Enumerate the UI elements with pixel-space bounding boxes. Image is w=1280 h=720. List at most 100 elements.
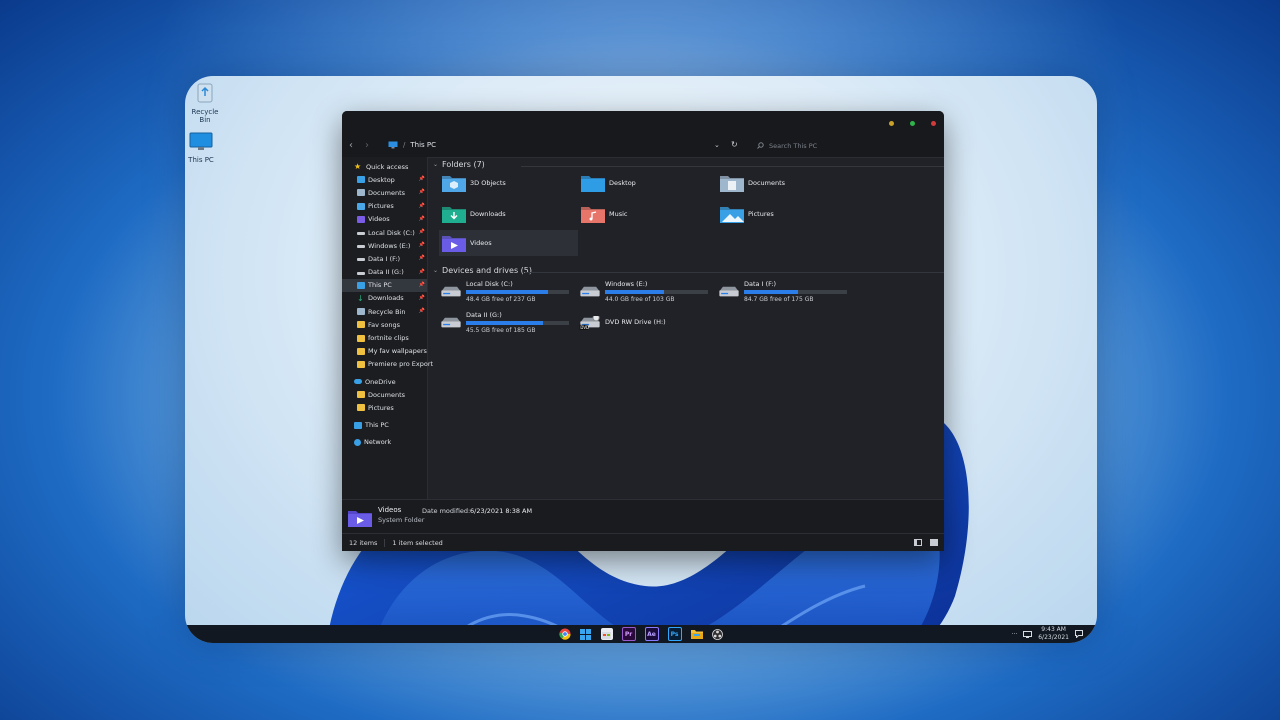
premiere-icon[interactable]: Pr [621, 627, 636, 641]
sidebar-item-documents[interactable]: Documents [342, 388, 427, 401]
folder-icon [357, 347, 365, 355]
drive-free-space: 84.7 GB free of 175 GB [744, 296, 814, 303]
folder-item-3d-objects[interactable]: 3D Objects [439, 170, 578, 196]
drive-free-space: 48.4 GB free of 237 GB [466, 296, 536, 303]
sidebar-item-data-ii-g[interactable]: Data II (G:) 📌 [342, 266, 427, 279]
documents-folder-icon [720, 176, 744, 192]
folder-icon [357, 404, 365, 412]
maximize-button[interactable] [910, 121, 915, 126]
sidebar-item-label: Network [364, 438, 392, 447]
folder-label: Music [609, 210, 628, 218]
sidebar-item-videos[interactable]: Videos 📌 [342, 213, 427, 226]
drives-section-header[interactable]: ⌄ Devices and drives (5) [433, 266, 532, 275]
drive-usage-bar [744, 290, 847, 294]
title-bar[interactable] [342, 111, 944, 135]
breadcrumb[interactable]: / This PC [388, 141, 436, 149]
folder-item-documents[interactable]: Documents [717, 170, 856, 196]
drive-free-space: 44.0 GB free of 103 GB [605, 296, 675, 303]
status-bar: 12 items 1 item selected [342, 533, 944, 551]
sidebar-item-fortnite-clips[interactable]: fortnite clips [342, 331, 427, 344]
drive-label: Data II (G:) [466, 311, 502, 319]
sidebar-item-label: Local Disk (C:) [368, 228, 415, 237]
pin-icon: 📌 [418, 268, 425, 275]
sidebar-item-my-fav-wallpapers[interactable]: My fav wallpapers [342, 345, 427, 358]
refresh-icon[interactable]: ↻ [731, 140, 738, 149]
after-effects-icon[interactable]: Ae [644, 627, 659, 641]
drive-item-dvd-rw-drive-h[interactable]: DVD DVD RW Drive (H:) [578, 310, 718, 338]
sidebar-item-label: My fav wallpapers [368, 347, 427, 356]
cloud-icon [354, 379, 362, 385]
forward-arrow-icon[interactable]: › [365, 140, 369, 151]
desktop-icon-this-pc[interactable]: This PC [185, 132, 221, 164]
minimize-button[interactable] [889, 121, 894, 126]
taskbar: Pr Ae Ps ··· 9:43 AM 6/23/2021 [185, 625, 1097, 643]
sidebar-item-label: Documents [368, 188, 406, 197]
obs-icon[interactable] [712, 628, 724, 640]
drive-item-windows-e[interactable]: Windows (E:) 44.0 GB free of 103 GB [578, 279, 718, 307]
sidebar-item-label: Pictures [368, 202, 394, 211]
music-folder-icon [581, 207, 605, 223]
sidebar-item-pictures[interactable]: Pictures 📌 [342, 200, 427, 213]
breadcrumb-location[interactable]: This PC [410, 141, 436, 149]
section-divider [525, 272, 944, 273]
sidebar-item-quick-access[interactable]: ★ Quick access [342, 160, 427, 173]
sidebar-item-pictures[interactable]: Pictures [342, 401, 427, 414]
sidebar-item-local-disk-c[interactable]: Local Disk (C:) 📌 [342, 226, 427, 239]
start-icon[interactable] [580, 628, 592, 640]
large-icons-view-icon[interactable] [930, 539, 938, 546]
file-explorer-icon[interactable] [690, 628, 703, 640]
folder-icon [357, 334, 365, 342]
close-button[interactable] [931, 121, 936, 126]
drive-item-data-ii-g[interactable]: Data II (G:) 45.5 GB free of 185 GB [439, 310, 579, 338]
sidebar-item-this-pc[interactable]: This PC [342, 419, 427, 432]
drive-icon [357, 232, 365, 236]
sidebar-item-this-pc[interactable]: This PC 📌 [342, 278, 427, 292]
sidebar-item-premiere-pro-export[interactable]: Premiere pro Export [342, 358, 433, 371]
details-type: System Folder [378, 516, 425, 524]
sidebar-item-network[interactable]: Network [342, 436, 427, 449]
search-input[interactable]: Search This PC [757, 139, 937, 152]
folder-item-desktop[interactable]: Desktop [578, 170, 717, 196]
sidebar-item-label: fortnite clips [368, 334, 409, 343]
drive-item-data-i-f[interactable]: Data I (F:) 84.7 GB free of 175 GB [717, 279, 857, 307]
notification-icon[interactable] [1075, 630, 1083, 638]
sidebar-item-downloads[interactable]: ↓ Downloads 📌 [342, 292, 427, 305]
sidebar-item-desktop[interactable]: Desktop 📌 [342, 173, 427, 186]
clock-time: 9:43 AM [1041, 626, 1066, 633]
network-status-icon[interactable] [1023, 630, 1033, 638]
chevron-down-icon[interactable]: ⌄ [714, 141, 720, 149]
pin-icon: 📌 [418, 294, 425, 301]
overflow-icon[interactable]: ··· [1012, 631, 1018, 638]
sidebar-item-label: This PC [365, 421, 389, 430]
desktop-icon-recycle-bin[interactable]: Recycle Bin [185, 80, 225, 124]
back-arrow-icon[interactable]: ‹ [349, 140, 353, 151]
drive-item-local-disk-c[interactable]: Local Disk (C:) 48.4 GB free of 237 GB [439, 279, 579, 307]
sidebar-item-documents[interactable]: Documents 📌 [342, 186, 427, 199]
sidebar-item-windows-e[interactable]: Windows (E:) 📌 [342, 239, 427, 252]
sidebar-item-label: Desktop [368, 175, 395, 184]
pictures-folder-icon [720, 207, 744, 223]
pin-icon: 📌 [418, 176, 425, 183]
sidebar-item-data-i-f[interactable]: Data I (F:) 📌 [342, 252, 427, 265]
folder-icon [357, 360, 365, 368]
details-view-icon[interactable] [914, 539, 922, 546]
drive-icon [357, 245, 365, 249]
photoshop-icon[interactable]: Ps [667, 627, 682, 641]
recycle-bin-icon [357, 308, 365, 316]
folder-label: Desktop [609, 179, 636, 187]
folder-item-music[interactable]: Music [578, 201, 717, 227]
folder-item-videos[interactable]: Videos [439, 230, 578, 256]
clock[interactable]: 9:43 AM 6/23/2021 [1038, 626, 1069, 642]
folders-section-header[interactable]: ⌄ Folders (7) [433, 160, 485, 169]
window-controls [889, 121, 936, 126]
folder-item-downloads[interactable]: Downloads [439, 201, 578, 227]
sidebar-item-label: Videos [368, 215, 390, 224]
sidebar-item-onedrive[interactable]: OneDrive [342, 375, 427, 388]
sidebar-item-recycle-bin[interactable]: Recycle Bin 📌 [342, 305, 427, 318]
details-date-value: 6/23/2021 8:38 AM [470, 507, 533, 515]
sidebar-item-label: This PC [368, 281, 392, 290]
chrome-icon[interactable] [558, 628, 571, 640]
folder-item-pictures[interactable]: Pictures [717, 201, 856, 227]
sidebar-item-fav-songs[interactable]: Fav songs [342, 318, 427, 331]
store-icon[interactable] [600, 628, 613, 640]
